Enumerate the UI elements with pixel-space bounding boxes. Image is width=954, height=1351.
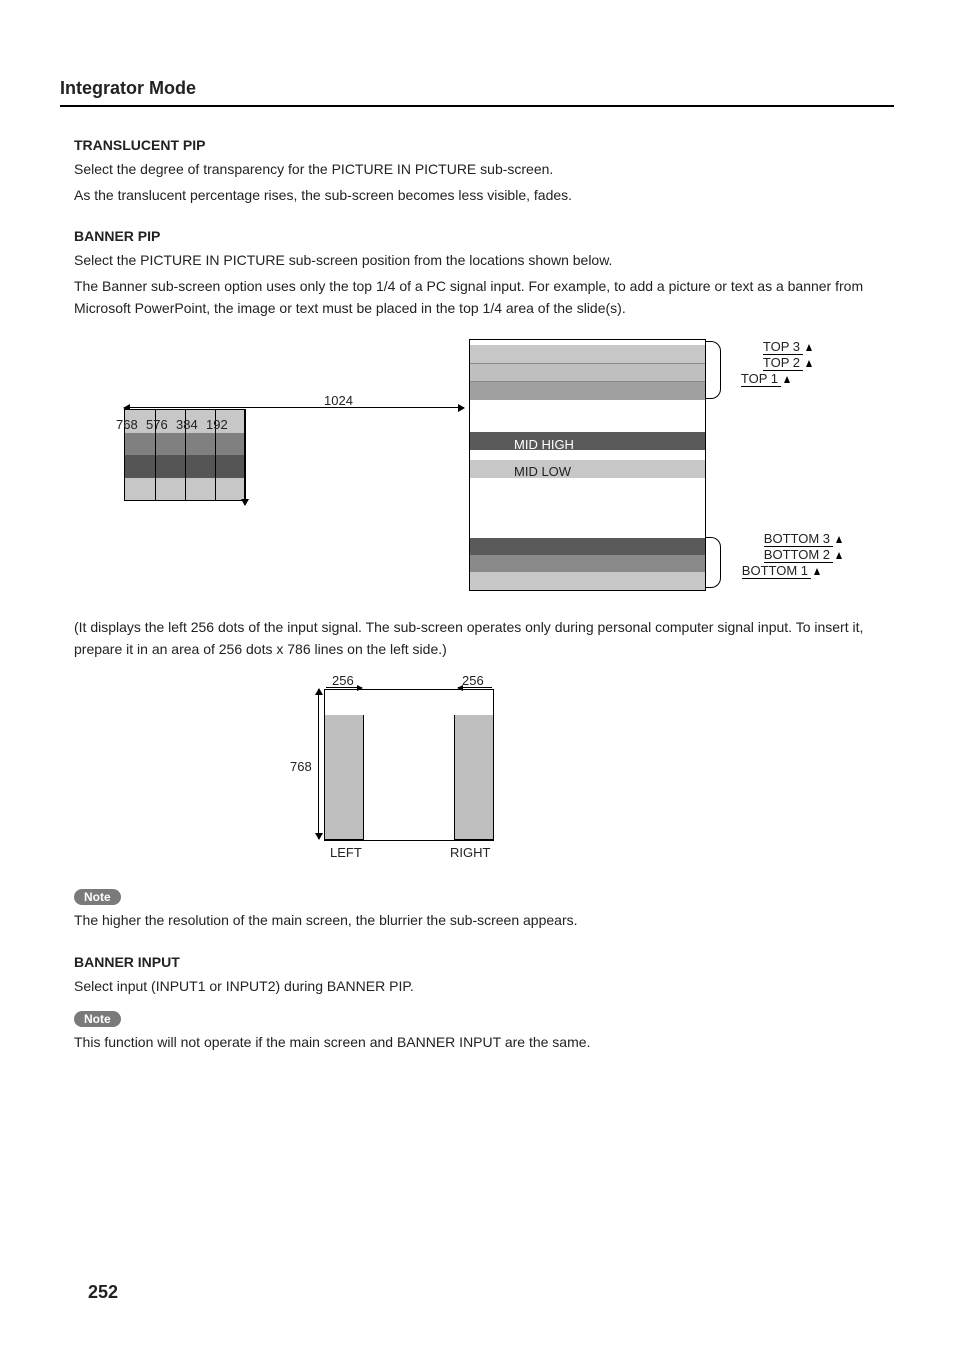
note-1-text: The higher the resolution of the main sc… <box>74 910 894 932</box>
translucent-pip-p2: As the translucent percentage rises, the… <box>74 185 894 207</box>
d2-label-256-left: 256 <box>332 673 354 688</box>
d1-label-bottom3: BOTTOM 3 <box>764 531 833 547</box>
banner-pip-p1: Select the PICTURE IN PICTURE sub-screen… <box>74 250 894 272</box>
d1-label-bottom1: BOTTOM 1 <box>742 563 811 579</box>
page-number: 252 <box>88 1282 118 1303</box>
translucent-pip-heading: TRANSLUCENT PIP <box>74 137 894 153</box>
banner-pip-diagram-1: 1024 768 576 384 192 MID HIGH MID LOW <box>74 339 894 599</box>
d1-label-384: 384 <box>176 417 198 432</box>
d2-label-768: 768 <box>290 759 312 774</box>
note-2-text: This function will not operate if the ma… <box>74 1032 894 1054</box>
banner-pip-diagram-2: 256 256 768 LEFT RIGHT <box>74 673 494 873</box>
d1-label-top2: TOP 2 <box>763 355 803 371</box>
d1-label-1024: 1024 <box>324 393 353 408</box>
d1-label-bottom2: BOTTOM 2 <box>764 547 833 563</box>
d2-label-right: RIGHT <box>450 845 490 860</box>
d1-label-768: 768 <box>116 417 138 432</box>
d1-label-576: 576 <box>146 417 168 432</box>
d2-label-256-right: 256 <box>462 673 484 688</box>
d1-label-top1: TOP 1 <box>741 371 781 387</box>
d2-label-left: LEFT <box>330 845 362 860</box>
note-badge-1: Note <box>74 889 121 905</box>
banner-pip-p2: The Banner sub-screen option uses only t… <box>74 276 894 319</box>
d1-label-mid-high: MID HIGH <box>514 437 574 452</box>
translucent-pip-p1: Select the degree of transparency for th… <box>74 159 894 181</box>
note-badge-2: Note <box>74 1011 121 1027</box>
d1-label-192: 192 <box>206 417 228 432</box>
banner-input-p1: Select input (INPUT1 or INPUT2) during B… <box>74 976 894 998</box>
d1-label-mid-low: MID LOW <box>514 464 571 479</box>
d1-label-top3: TOP 3 <box>763 339 803 355</box>
banner-pip-after1: (It displays the left 256 dots of the in… <box>74 617 894 660</box>
banner-pip-heading: BANNER PIP <box>74 228 894 244</box>
page-title: Integrator Mode <box>60 78 894 107</box>
banner-input-heading: BANNER INPUT <box>74 954 894 970</box>
